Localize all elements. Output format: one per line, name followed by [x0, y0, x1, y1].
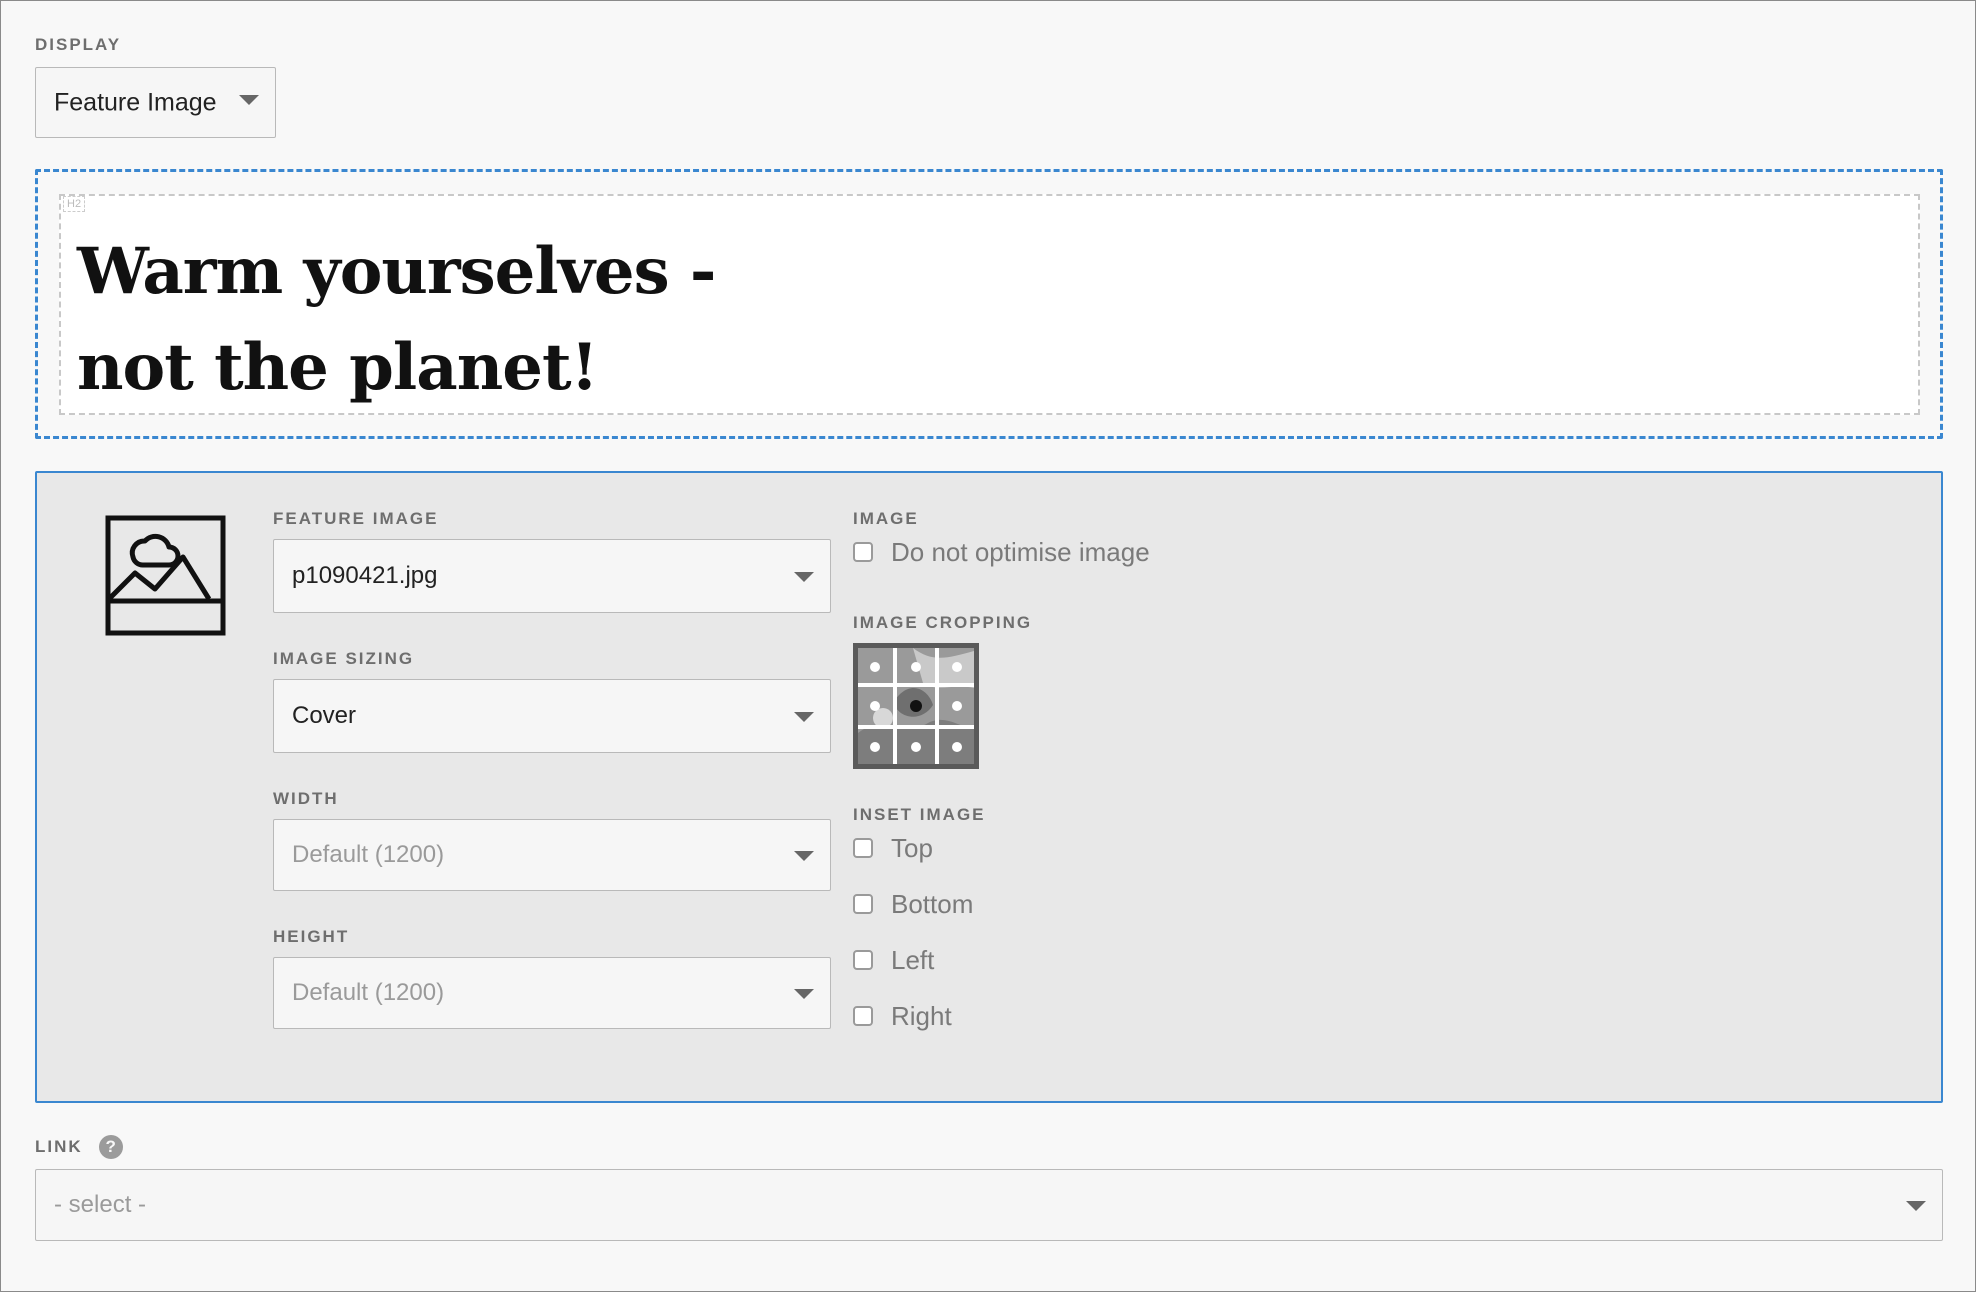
inset-right-checkbox[interactable]	[853, 1006, 873, 1026]
chevron-down-icon	[794, 712, 814, 722]
link-label: LINK	[35, 1137, 83, 1156]
heading-editor[interactable]: H2 Warm yourselves - not the planet!	[59, 194, 1920, 415]
optimise-checkbox-label: Do not optimise image	[891, 536, 1150, 567]
inset-bottom-label: Bottom	[891, 888, 974, 919]
image-cropping-label: IMAGE CROPPING	[853, 613, 1033, 632]
link-placeholder: - select -	[54, 1191, 147, 1218]
inset-top-label: Top	[891, 832, 933, 863]
feature-image-select[interactable]: p1090421.jpg	[273, 539, 831, 613]
width-placeholder: Default (1200)	[292, 841, 445, 868]
link-select[interactable]: - select -	[35, 1169, 1943, 1241]
inset-left-label: Left	[891, 944, 935, 975]
link-label-row: LINK ?	[35, 1135, 123, 1159]
inset-top-row[interactable]: Top	[853, 833, 933, 863]
display-select[interactable]: Feature Image	[35, 67, 276, 138]
inset-left-checkbox[interactable]	[853, 950, 873, 970]
chevron-down-icon	[794, 989, 814, 999]
inset-image-label: INSET IMAGE	[853, 805, 986, 824]
width-select[interactable]: Default (1200)	[273, 819, 831, 891]
height-label: HEIGHT	[273, 927, 350, 946]
heading-block[interactable]: H2 Warm yourselves - not the planet!	[35, 169, 1943, 439]
feature-image-value: p1090421.jpg	[292, 562, 438, 589]
optimise-checkbox-row[interactable]: Do not optimise image	[853, 537, 1150, 567]
display-label: DISPLAY	[35, 35, 122, 54]
h2-tag-badge: H2	[63, 196, 86, 212]
image-sizing-select[interactable]: Cover	[273, 679, 831, 753]
inset-left-row[interactable]: Left	[853, 945, 934, 975]
crop-focal-picker[interactable]	[853, 643, 979, 769]
display-select-value: Feature Image	[54, 88, 217, 116]
chevron-down-icon	[1906, 1201, 1926, 1211]
heading-line-1: Warm yourselves -	[77, 234, 716, 309]
height-placeholder: Default (1200)	[292, 979, 445, 1006]
inset-bottom-row[interactable]: Bottom	[853, 889, 973, 919]
heading-line-2: not the planet!	[77, 330, 599, 405]
heading-text[interactable]: Warm yourselves - not the planet!	[77, 224, 716, 416]
feature-image-label: FEATURE IMAGE	[273, 509, 439, 528]
editor-frame: DISPLAY Feature Image H2 Warm yourselves…	[0, 0, 1976, 1292]
chevron-down-icon	[794, 572, 814, 582]
image-label: IMAGE	[853, 509, 919, 528]
feature-image-panel: FEATURE IMAGE p1090421.jpg IMAGE SIZING …	[35, 471, 1943, 1103]
chevron-down-icon	[239, 94, 259, 105]
inset-top-checkbox[interactable]	[853, 838, 873, 858]
height-select[interactable]: Default (1200)	[273, 957, 831, 1029]
question-circle-icon[interactable]: ?	[98, 1135, 123, 1159]
image-icon	[105, 515, 226, 636]
image-sizing-label: IMAGE SIZING	[273, 649, 415, 668]
inset-right-row[interactable]: Right	[853, 1001, 952, 1031]
inset-right-label: Right	[891, 1000, 952, 1031]
width-label: WIDTH	[273, 789, 339, 808]
optimise-checkbox[interactable]	[853, 542, 873, 562]
image-sizing-value: Cover	[292, 702, 357, 729]
inset-bottom-checkbox[interactable]	[853, 894, 873, 914]
chevron-down-icon	[794, 851, 814, 861]
